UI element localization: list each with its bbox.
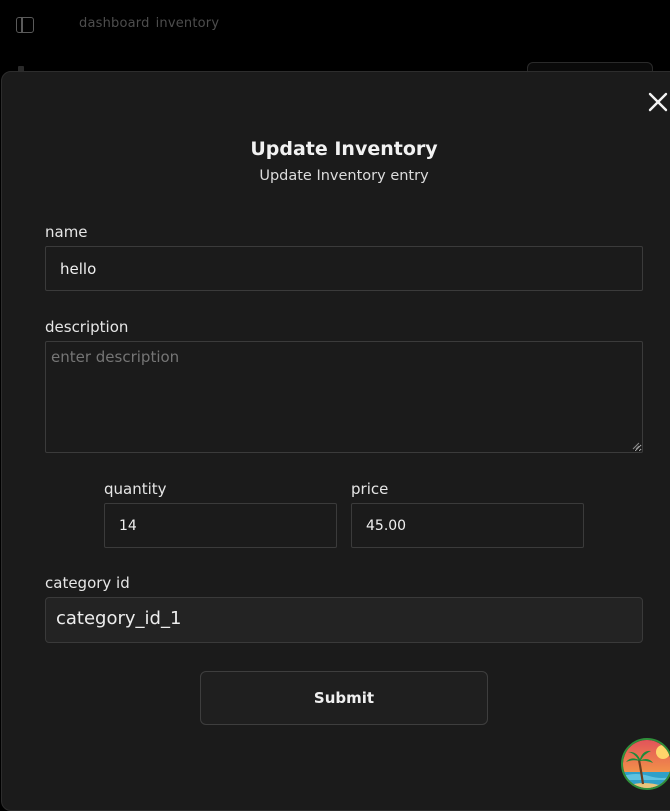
top-bar: dashboard inventory bbox=[0, 0, 670, 52]
category-id-select[interactable]: category_id_1 bbox=[45, 597, 643, 643]
avatar[interactable] bbox=[621, 738, 670, 790]
description-textarea[interactable] bbox=[45, 341, 643, 453]
price-label: price bbox=[351, 480, 389, 498]
quantity-input[interactable] bbox=[104, 503, 337, 548]
name-input[interactable] bbox=[45, 246, 643, 291]
name-label: name bbox=[45, 223, 88, 241]
breadcrumb-item-dashboard[interactable]: dashboard bbox=[79, 16, 150, 31]
sidebar-toggle-icon[interactable] bbox=[16, 17, 34, 33]
breadcrumb: dashboard inventory bbox=[79, 16, 219, 31]
description-label: description bbox=[45, 318, 129, 336]
dialog-subtitle: Update Inventory entry bbox=[259, 168, 429, 184]
category-id-label: category id bbox=[45, 574, 130, 592]
beach-avatar-icon bbox=[623, 740, 670, 788]
price-input[interactable] bbox=[351, 503, 584, 548]
close-icon[interactable] bbox=[644, 88, 670, 116]
submit-button[interactable]: Submit bbox=[200, 671, 488, 725]
breadcrumb-item-inventory[interactable]: inventory bbox=[156, 16, 220, 31]
dialog-title: Update Inventory bbox=[250, 138, 438, 160]
quantity-label: quantity bbox=[104, 480, 167, 498]
